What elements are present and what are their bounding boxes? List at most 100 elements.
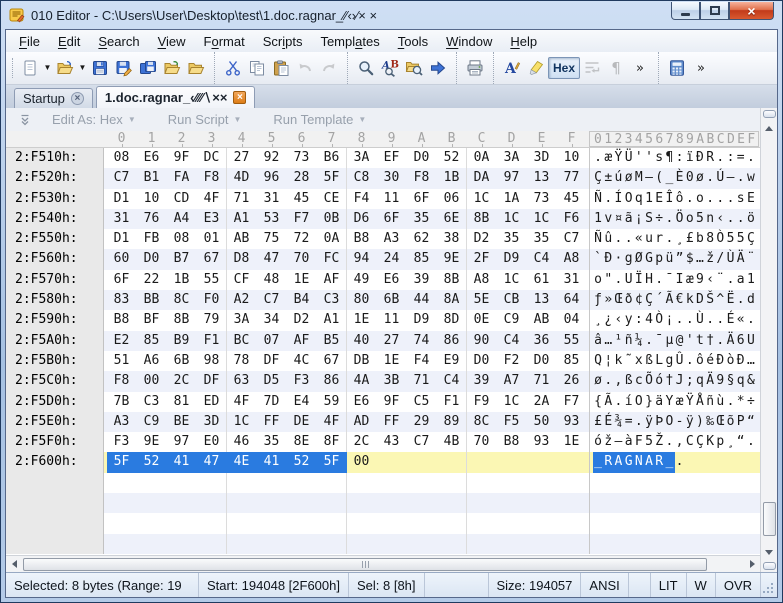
- hex-byte[interactable]: CE: [317, 189, 347, 209]
- vertical-scroll-track[interactable]: [761, 136, 777, 544]
- hex-byte[interactable]: [527, 534, 557, 554]
- hex-byte[interactable]: 1E: [287, 270, 317, 290]
- ascii-char[interactable]: ù: [715, 392, 725, 412]
- ascii-char[interactable]: .: [725, 392, 735, 412]
- ascii-char[interactable]: ¿: [603, 310, 613, 330]
- ascii-char[interactable]: [634, 513, 644, 533]
- hex-byte[interactable]: 77: [557, 168, 587, 188]
- hex-byte[interactable]: 38: [437, 229, 467, 249]
- ascii-char[interactable]: [725, 473, 735, 493]
- hex-byte[interactable]: [107, 513, 137, 533]
- menu-item-help[interactable]: Help: [501, 31, 546, 52]
- ascii-char[interactable]: Ï: [634, 270, 644, 290]
- ascii-char[interactable]: ¸: [725, 432, 735, 452]
- ascii-char[interactable]: 9: [715, 371, 725, 391]
- vertical-scroll-thumb[interactable]: [763, 502, 776, 536]
- hex-byte[interactable]: 7B: [107, 392, 137, 412]
- hex-byte[interactable]: 06: [437, 189, 467, 209]
- hex-byte[interactable]: [557, 534, 587, 554]
- hex-byte[interactable]: 11: [377, 310, 407, 330]
- tab-document[interactable]: 1.doc.ragnar_‹∕∕∕∕∖×× ×: [96, 86, 256, 108]
- hex-byte[interactable]: [167, 493, 197, 513]
- hex-byte[interactable]: 04: [557, 310, 587, 330]
- ascii-char[interactable]: Š: [705, 290, 715, 310]
- undo-button[interactable]: [293, 56, 317, 80]
- hex-byte[interactable]: 35: [257, 432, 287, 452]
- hex-byte[interactable]: 5F: [317, 452, 347, 472]
- ascii-char[interactable]: [624, 493, 634, 513]
- hex-byte[interactable]: 75: [257, 229, 287, 249]
- hex-byte[interactable]: 10: [137, 189, 167, 209]
- hex-byte[interactable]: E3: [197, 209, 227, 229]
- hex-byte[interactable]: 86: [317, 371, 347, 391]
- tab-startup[interactable]: Startup ×: [14, 88, 93, 108]
- ascii-char[interactable]: [644, 513, 654, 533]
- save-file-button[interactable]: [88, 56, 112, 80]
- hex-byte[interactable]: [257, 534, 287, 554]
- ascii-char[interactable]: §: [725, 371, 735, 391]
- ascii-char[interactable]: ˜: [624, 351, 634, 371]
- hex-byte[interactable]: C4: [527, 249, 557, 269]
- hex-byte[interactable]: 9E: [137, 432, 167, 452]
- ascii-char[interactable]: ô: [675, 189, 685, 209]
- hex-byte[interactable]: C7: [557, 229, 587, 249]
- ascii-char[interactable]: ÷: [654, 209, 664, 229]
- ascii-char[interactable]: ¼: [634, 331, 644, 351]
- save-as-button[interactable]: [112, 56, 136, 80]
- ascii-char[interactable]: [715, 473, 725, 493]
- hex-byte[interactable]: D5: [257, 371, 287, 391]
- ascii-char[interactable]: ö: [746, 209, 756, 229]
- ascii-char[interactable]: k: [613, 351, 623, 371]
- hex-byte[interactable]: 72: [287, 229, 317, 249]
- ascii-char[interactable]: Û: [675, 351, 685, 371]
- ascii-char[interactable]: …: [746, 351, 756, 371]
- ascii-char[interactable]: [613, 513, 623, 533]
- hex-byte[interactable]: 67: [197, 249, 227, 269]
- ascii-char[interactable]: v: [603, 209, 613, 229]
- hex-byte[interactable]: AB: [527, 310, 557, 330]
- ascii-char[interactable]: 1: [746, 270, 756, 290]
- hex-byte[interactable]: B9: [167, 331, 197, 351]
- ascii-char[interactable]: É: [603, 412, 613, 432]
- hex-byte[interactable]: [497, 493, 527, 513]
- hex-byte[interactable]: A7: [497, 371, 527, 391]
- hex-byte[interactable]: 5F: [107, 452, 137, 472]
- ascii-char[interactable]: 4: [644, 310, 654, 330]
- ascii-char[interactable]: Í: [613, 189, 623, 209]
- ascii-char[interactable]: ,: [675, 432, 685, 452]
- hex-byte[interactable]: [317, 493, 347, 513]
- ascii-char[interactable]: [705, 513, 715, 533]
- ascii-char[interactable]: G: [624, 452, 634, 472]
- highlight-button[interactable]: [524, 56, 548, 80]
- split-view-handle-bottom[interactable]: [763, 562, 776, 570]
- menu-item-window[interactable]: Window: [437, 31, 501, 52]
- ascii-char[interactable]: [705, 452, 715, 472]
- hex-byte[interactable]: 01: [197, 229, 227, 249]
- ascii-char[interactable]: ': [634, 148, 644, 168]
- hex-byte[interactable]: 78: [227, 351, 257, 371]
- hex-byte[interactable]: [227, 473, 257, 493]
- ascii-char[interactable]: ž: [705, 249, 715, 269]
- ascii-char[interactable]: .: [725, 209, 735, 229]
- ascii-char[interactable]: [746, 534, 756, 554]
- ascii-char[interactable]: .: [593, 148, 603, 168]
- ascii-char[interactable]: [664, 493, 674, 513]
- ascii-char[interactable]: 9: [695, 270, 705, 290]
- ascii-char[interactable]: p: [715, 432, 725, 452]
- ascii-char[interactable]: ±: [603, 168, 613, 188]
- hex-byte[interactable]: F1: [437, 392, 467, 412]
- hex-byte[interactable]: BF: [137, 310, 167, 330]
- hex-byte[interactable]: [317, 473, 347, 493]
- hex-byte[interactable]: 2A: [527, 392, 557, 412]
- hex-byte[interactable]: 9E: [437, 249, 467, 269]
- ascii-char[interactable]: 5: [644, 432, 654, 452]
- ascii-char[interactable]: [736, 493, 746, 513]
- hex-byte[interactable]: 35: [527, 229, 557, 249]
- hex-byte[interactable]: 30: [377, 168, 407, 188]
- hex-byte[interactable]: D1: [107, 189, 137, 209]
- ascii-char[interactable]: u: [644, 229, 654, 249]
- hex-byte[interactable]: E6: [347, 392, 377, 412]
- hex-byte[interactable]: E9: [437, 351, 467, 371]
- hex-byte[interactable]: 98: [197, 351, 227, 371]
- hex-byte[interactable]: 00: [347, 452, 377, 472]
